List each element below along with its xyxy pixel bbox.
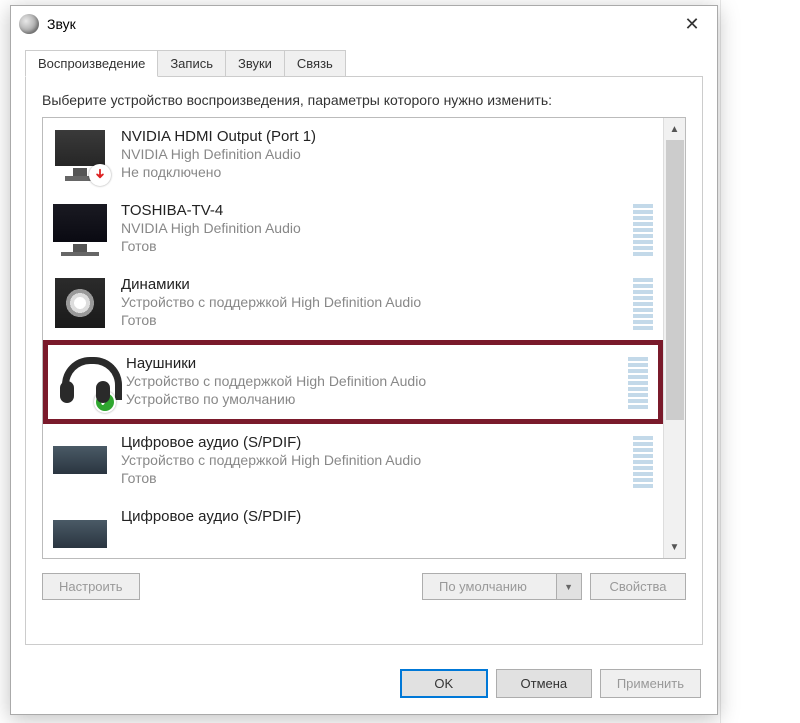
device-subtitle: NVIDIA High Definition Audio bbox=[121, 145, 625, 163]
apply-button[interactable]: Применить bbox=[600, 669, 701, 698]
level-meter bbox=[633, 278, 653, 330]
monitor-icon bbox=[51, 126, 109, 184]
device-info: ДинамикиУстройство с поддержкой High Def… bbox=[121, 274, 625, 332]
level-meter bbox=[628, 357, 648, 409]
device-info: NVIDIA HDMI Output (Port 1)NVIDIA High D… bbox=[121, 126, 625, 184]
device-item[interactable]: ✓ НаушникиУстройство с поддержкой High De… bbox=[43, 340, 663, 424]
tab-recording[interactable]: Запись bbox=[157, 50, 226, 76]
close-button[interactable]: ✕ bbox=[667, 8, 717, 40]
scroll-thumb[interactable] bbox=[666, 140, 684, 420]
device-item[interactable]: ДинамикиУстройство с поддержкой High Def… bbox=[43, 266, 663, 340]
level-meter bbox=[633, 204, 653, 256]
sound-dialog: Звук ✕ Воспроизведение Запись Звуки Связ… bbox=[10, 5, 718, 715]
device-item[interactable]: Цифровое аудио (S/PDIF)Устройство с подд… bbox=[43, 424, 663, 498]
device-item[interactable]: NVIDIA HDMI Output (Port 1)NVIDIA High D… bbox=[43, 118, 663, 192]
chevron-down-icon: ▼ bbox=[564, 582, 573, 592]
device-title: Динамики bbox=[121, 276, 625, 293]
instructions: Выберите устройство воспроизведения, пар… bbox=[42, 91, 686, 109]
scrollbar[interactable]: ▲ ▼ bbox=[663, 118, 685, 558]
device-item[interactable]: Цифровое аудио (S/PDIF) bbox=[43, 498, 663, 558]
spdif-icon bbox=[51, 432, 109, 490]
speaker-icon bbox=[51, 274, 109, 332]
device-title: Цифровое аудио (S/PDIF) bbox=[121, 508, 625, 525]
device-subtitle: Устройство с поддержкой High Definition … bbox=[126, 372, 620, 390]
window-title: Звук bbox=[47, 16, 667, 32]
device-status: Готов bbox=[121, 237, 625, 255]
device-info: Цифровое аудио (S/PDIF) bbox=[121, 506, 625, 558]
configure-button[interactable]: Настроить bbox=[42, 573, 140, 600]
device-status: Готов bbox=[121, 311, 625, 329]
device-status: Не подключено bbox=[121, 163, 625, 181]
scroll-down-icon[interactable]: ▼ bbox=[664, 536, 685, 558]
headphones-icon: ✓ bbox=[56, 353, 114, 411]
device-info: TOSHIBA-TV-4NVIDIA High Definition Audio… bbox=[121, 200, 625, 258]
sound-icon bbox=[19, 14, 39, 34]
device-subtitle: NVIDIA High Definition Audio bbox=[121, 219, 625, 237]
device-subtitle: Устройство с поддержкой High Definition … bbox=[121, 451, 625, 469]
device-title: Цифровое аудио (S/PDIF) bbox=[121, 434, 625, 451]
device-listbox[interactable]: NVIDIA HDMI Output (Port 1)NVIDIA High D… bbox=[42, 117, 686, 559]
default-badge-icon: ✓ bbox=[94, 391, 116, 413]
tab-sounds[interactable]: Звуки bbox=[225, 50, 285, 76]
tab-communications[interactable]: Связь bbox=[284, 50, 346, 76]
device-status: Устройство по умолчанию bbox=[126, 390, 620, 408]
cancel-button[interactable]: Отмена bbox=[496, 669, 592, 698]
spdif-icon bbox=[51, 506, 109, 558]
device-info: НаушникиУстройство с поддержкой High Def… bbox=[126, 353, 620, 411]
background-page: УШН ШН ь Уче е вари Нрави дите т Фото От… bbox=[720, 0, 800, 723]
device-title: Наушники bbox=[126, 355, 620, 372]
device-title: NVIDIA HDMI Output (Port 1) bbox=[121, 128, 625, 145]
disconnected-badge-icon bbox=[89, 164, 111, 186]
level-meter bbox=[633, 436, 653, 488]
scroll-up-icon[interactable]: ▲ bbox=[664, 118, 685, 140]
titlebar[interactable]: Звук ✕ bbox=[11, 6, 717, 42]
device-subtitle: Устройство с поддержкой High Definition … bbox=[121, 293, 625, 311]
device-status: Готов bbox=[121, 469, 625, 487]
device-item[interactable]: TOSHIBA-TV-4NVIDIA High Definition Audio… bbox=[43, 192, 663, 266]
properties-button[interactable]: Свойства bbox=[590, 573, 686, 600]
set-default-label: По умолчанию bbox=[439, 579, 527, 594]
tab-body: Выберите устройство воспроизведения, пар… bbox=[25, 77, 703, 645]
ok-button[interactable]: OK bbox=[400, 669, 488, 698]
set-default-button[interactable]: По умолчанию ▼ bbox=[422, 573, 582, 600]
tv-icon bbox=[51, 200, 109, 258]
tabs: Воспроизведение Запись Звуки Связь bbox=[25, 50, 703, 77]
device-info: Цифровое аудио (S/PDIF)Устройство с подд… bbox=[121, 432, 625, 490]
tab-playback[interactable]: Воспроизведение bbox=[25, 50, 158, 77]
close-icon: ✕ bbox=[684, 14, 699, 35]
device-title: TOSHIBA-TV-4 bbox=[121, 202, 625, 219]
